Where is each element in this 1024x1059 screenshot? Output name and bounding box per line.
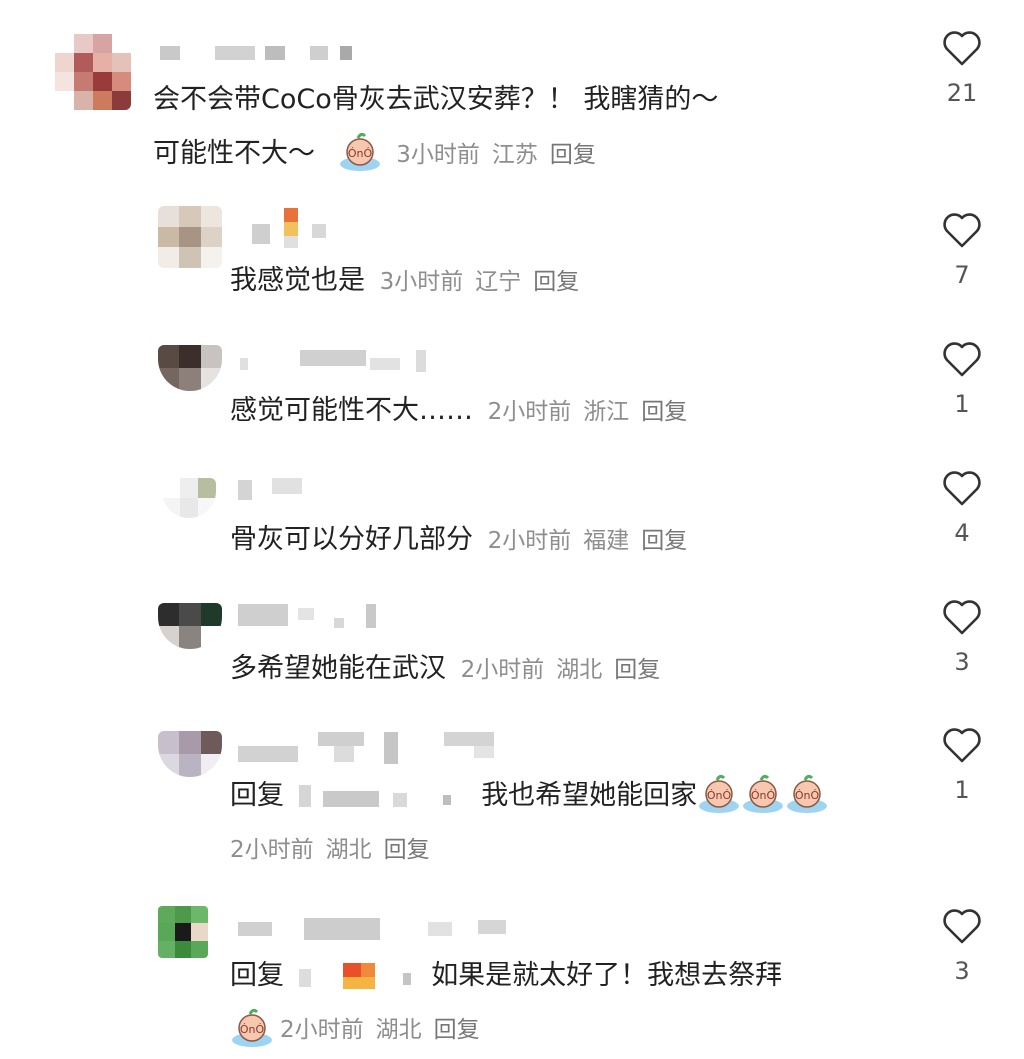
like-button[interactable]: 3 xyxy=(932,599,992,675)
like-count: 1 xyxy=(954,390,970,418)
username-redacted[interactable] xyxy=(238,604,388,632)
crying-emoji-icon: ÓnÓ xyxy=(697,774,741,814)
reply-prefix: 回复 xyxy=(230,960,284,991)
comment-text: 回复 我也希望她能回家 ÓnÓ ÓnÓ ÓnÓ xyxy=(230,768,829,824)
like-button[interactable]: 21 xyxy=(932,30,992,106)
comment-meta: ÓnÓ 2小时前 湖北 回复 xyxy=(230,1008,480,1051)
reply-button[interactable]: 回复 xyxy=(384,837,430,863)
comment-location: 湖北 xyxy=(375,1017,422,1043)
comment-text: 感觉可能性不大…… 2小时前 浙江 回复 xyxy=(230,395,688,426)
comment-location: 湖北 xyxy=(556,657,603,683)
like-button[interactable]: 1 xyxy=(932,727,992,803)
reply-button[interactable]: 回复 xyxy=(641,528,687,554)
reply-button[interactable]: 回复 xyxy=(641,399,687,425)
like-button[interactable]: 1 xyxy=(932,341,992,417)
user-avatar[interactable] xyxy=(158,906,208,958)
like-count: 1 xyxy=(954,776,970,804)
svg-text:ÓnÓ: ÓnÓ xyxy=(347,147,372,160)
like-count: 4 xyxy=(954,519,970,547)
username-redacted[interactable] xyxy=(238,732,518,766)
crying-emoji-icon: ÓnÓ xyxy=(741,774,785,814)
comment-meta: 3小时前 江苏 回复 xyxy=(396,142,596,168)
svg-text:ÓnÓ: ÓnÓ xyxy=(751,789,776,802)
comment-thread: 会不会带CoCo骨灰去武汉安葬？！ 我瞎猜的～ 可能性不大～ ÓnÓ 3小时前江… xyxy=(0,0,1024,1059)
comment-time: 2小时前 xyxy=(280,1017,364,1043)
comment-text: 骨灰可以分好几部分 2小时前 福建 回复 xyxy=(230,524,688,555)
user-avatar[interactable] xyxy=(55,34,131,110)
comment-meta: 2小时前 浙江 回复 xyxy=(488,399,688,425)
comment-time: 2小时前 xyxy=(460,657,545,683)
comment-text: 多希望她能在武汉 2小时前 湖北 回复 xyxy=(230,653,661,684)
svg-text:ÓnÓ: ÓnÓ xyxy=(795,789,820,802)
heart-outline-icon xyxy=(943,213,981,248)
like-button[interactable]: 4 xyxy=(932,470,992,546)
crying-emoji-icon: ÓnÓ xyxy=(230,1008,274,1048)
user-avatar[interactable] xyxy=(158,731,222,777)
like-count: 21 xyxy=(946,79,978,107)
comment-text: 我感觉也是 3小时前 辽宁 回复 xyxy=(230,265,580,296)
svg-text:ÓnÓ: ÓnÓ xyxy=(240,1023,265,1036)
heart-outline-icon xyxy=(943,31,981,66)
comment-location: 辽宁 xyxy=(475,269,522,295)
comment-time: 3小时前 xyxy=(379,269,464,295)
reply-button[interactable]: 回复 xyxy=(614,657,660,683)
mention-redacted[interactable] xyxy=(293,962,423,989)
username-redacted[interactable] xyxy=(252,208,362,248)
comment-meta: 2小时前 湖北 回复 xyxy=(230,830,430,870)
svg-text:ÓnÓ: ÓnÓ xyxy=(707,789,732,802)
comment-meta: 3小时前 辽宁 回复 xyxy=(380,269,580,295)
user-avatar[interactable] xyxy=(158,206,222,268)
comment-location: 浙江 xyxy=(583,399,630,425)
heart-outline-icon xyxy=(943,342,981,377)
reply-prefix: 回复 xyxy=(230,780,284,811)
like-count: 7 xyxy=(954,261,970,289)
user-avatar[interactable] xyxy=(158,603,222,649)
user-avatar[interactable] xyxy=(162,478,216,518)
like-button[interactable]: 3 xyxy=(932,908,992,984)
comment-time: 2小时前 xyxy=(487,399,572,425)
comment-location: 湖北 xyxy=(325,837,372,863)
username-redacted[interactable] xyxy=(160,46,370,60)
crying-emoji-icon: ÓnÓ xyxy=(338,132,382,172)
like-button[interactable]: 7 xyxy=(932,212,992,288)
comment-text: 可能性不大～ ÓnÓ 3小时前 江苏 回复 xyxy=(153,126,596,183)
heart-outline-icon xyxy=(943,909,981,944)
reply-button[interactable]: 回复 xyxy=(550,142,596,168)
comment-location: 福建 xyxy=(583,528,630,554)
heart-outline-icon xyxy=(943,728,981,763)
reply-button[interactable]: 回复 xyxy=(434,1017,480,1043)
username-redacted[interactable] xyxy=(238,918,518,944)
comment-text: 会不会带CoCo骨灰去武汉安葬？！ 我瞎猜的～ xyxy=(153,84,719,115)
comment-text: 回复 如果是就太好了！我想去祭拜 xyxy=(230,960,783,991)
comment-meta: 2小时前 湖北 回复 xyxy=(461,657,661,683)
mention-redacted[interactable] xyxy=(293,784,473,807)
comment-meta: 2小时前 福建 回复 xyxy=(488,528,688,554)
heart-outline-icon xyxy=(943,600,981,635)
crying-emoji-icon: ÓnÓ xyxy=(785,774,829,814)
username-redacted[interactable] xyxy=(240,350,440,374)
comment-time: 2小时前 xyxy=(230,837,314,863)
reply-button[interactable]: 回复 xyxy=(533,269,579,295)
heart-outline-icon xyxy=(943,471,981,506)
comment-time: 3小时前 xyxy=(396,142,480,168)
like-count: 3 xyxy=(954,957,970,985)
comment-time: 2小时前 xyxy=(487,528,572,554)
username-redacted[interactable] xyxy=(238,478,318,502)
comment-location: 江苏 xyxy=(491,142,538,168)
like-count: 3 xyxy=(954,648,970,676)
user-avatar[interactable] xyxy=(158,345,222,391)
